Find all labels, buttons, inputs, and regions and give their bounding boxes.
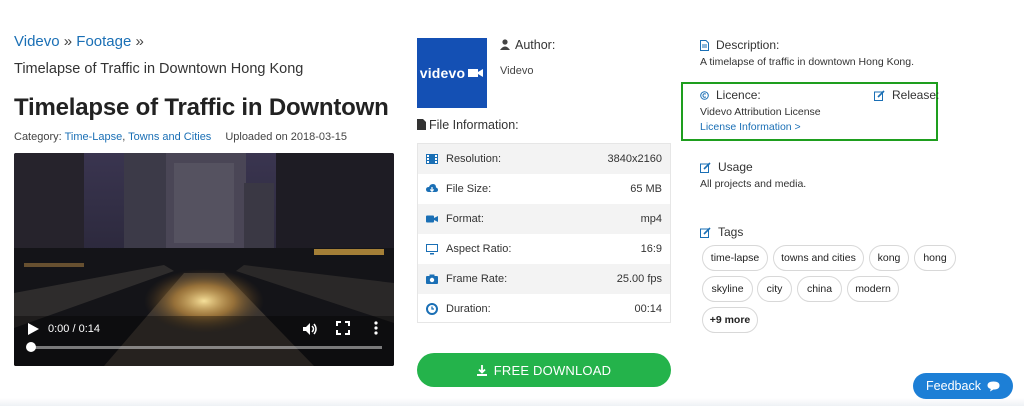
file-info-row-resolution: Resolution: 3840x2160 (418, 144, 670, 174)
tags-heading: Tags (700, 225, 743, 239)
file-info-value: 00:14 (634, 303, 662, 315)
description-text: A timelapse of traffic in downtown Hong … (700, 56, 915, 68)
free-download-button[interactable]: FREE DOWNLOAD (417, 353, 671, 387)
tag-time-lapse[interactable]: time-lapse (702, 245, 768, 271)
video-meta: Category: Time-Lapse, Towns and Cities Up… (14, 131, 347, 143)
release-label: Release: (892, 88, 940, 102)
tag-towns-and-cities[interactable]: towns and cities (773, 245, 864, 271)
file-info-label: File Size: (446, 183, 492, 195)
licence-text: Videvo Attribution License (700, 106, 821, 118)
page-bottom-shadow (0, 398, 1024, 406)
more-tags-button[interactable]: +9 more (702, 307, 758, 333)
author-heading: Author: (500, 38, 555, 52)
feedback-button[interactable]: Feedback (913, 373, 1013, 399)
file-info-row-format: Format: mp4 (418, 204, 670, 234)
file-info-label: Resolution: (446, 153, 502, 165)
usage-label: Usage (718, 160, 753, 174)
copyright-icon (700, 90, 709, 100)
video-controls: 0:00 / 0:14 (14, 316, 394, 366)
tag-skyline[interactable]: skyline (702, 276, 753, 302)
video-camera-icon (468, 69, 484, 77)
video-camera-icon (426, 215, 438, 223)
breadcrumb-footage-link[interactable]: Footage (76, 33, 131, 50)
free-download-label: FREE DOWNLOAD (493, 362, 612, 378)
release-heading: Release: (874, 88, 939, 102)
edit-icon (874, 89, 885, 101)
licence-heading: Licence: (700, 88, 761, 102)
description-label: Description: (716, 38, 780, 52)
usage-heading: Usage (700, 160, 753, 174)
file-info-value: 65 MB (630, 183, 662, 195)
file-info-label: Format: (446, 213, 484, 225)
page-subtitle: Timelapse of Traffic in Downtown Hong Ko… (14, 61, 304, 77)
video-time: 0:00 / 0:14 (48, 323, 100, 335)
tag-modern[interactable]: modern (847, 276, 899, 302)
file-info-row-frame-rate: Frame Rate: 25.00 fps (418, 264, 670, 294)
category-link-time-lapse[interactable]: Time-Lapse (65, 131, 123, 143)
monitor-icon (426, 244, 438, 255)
feedback-label: Feedback (926, 379, 981, 393)
file-info-label: File Information: (429, 118, 519, 132)
file-info-row-aspect-ratio: Aspect Ratio: 16:9 (418, 234, 670, 264)
video-progress-bar[interactable] (30, 346, 382, 349)
tag-china[interactable]: china (797, 276, 842, 302)
file-info-label: Aspect Ratio: (446, 243, 512, 255)
clock-icon (426, 303, 438, 315)
film-icon (426, 154, 438, 164)
camera-icon (426, 274, 438, 284)
tag-kong[interactable]: kong (869, 245, 909, 271)
breadcrumb: Videvo » Footage » (14, 33, 144, 50)
logo-text: videvo (419, 65, 466, 81)
tag-city[interactable]: city (757, 276, 792, 302)
file-info-label: Frame Rate: (446, 273, 508, 285)
file-info-row-file-size: File Size: 65 MB (418, 174, 670, 204)
author-label: Author: (515, 38, 556, 52)
edit-icon (700, 226, 711, 238)
file-icon (417, 119, 426, 130)
user-icon (500, 39, 510, 50)
author-logo[interactable]: videvo (417, 38, 487, 108)
file-info-table: Resolution: 3840x2160 File Size: 65 MB F… (417, 143, 671, 323)
file-info-value: mp4 (640, 213, 662, 225)
breadcrumb-home-link[interactable]: Videvo (14, 33, 60, 50)
page-title: Timelapse of Traffic in Downtown (14, 94, 389, 121)
video-player[interactable]: 0:00 / 0:14 (14, 153, 394, 366)
volume-icon[interactable] (302, 322, 318, 336)
video-progress-handle[interactable] (26, 342, 36, 352)
document-icon (700, 39, 709, 51)
breadcrumb-separator: » (59, 33, 77, 50)
tag-hong[interactable]: hong (914, 245, 956, 271)
download-icon (476, 364, 487, 376)
description-heading: Description: (700, 38, 779, 52)
category-link-towns-and-cities[interactable]: Towns and Cities (128, 131, 211, 143)
more-options-icon[interactable] (372, 320, 380, 336)
file-info-row-duration: Duration: 00:14 (418, 294, 670, 324)
file-info-heading: File Information: (417, 118, 519, 132)
fullscreen-icon[interactable] (336, 321, 350, 335)
file-info-value: 16:9 (640, 243, 662, 255)
breadcrumb-separator: » (131, 33, 144, 50)
licence-label: Licence: (716, 88, 761, 102)
chat-bubble-icon (987, 381, 1000, 391)
file-info-label: Duration: (446, 303, 491, 315)
play-icon[interactable] (26, 322, 40, 336)
license-information-link[interactable]: License Information > (700, 121, 801, 133)
author-name: Videvo (500, 65, 534, 77)
cloud-download-icon (426, 184, 438, 193)
file-info-value: 3840x2160 (607, 153, 662, 165)
file-info-value: 25.00 fps (616, 273, 662, 285)
tags-label: Tags (718, 225, 744, 239)
upload-date: Uploaded on 2018-03-15 (225, 131, 348, 143)
category-label: Category: (14, 131, 65, 143)
edit-icon (700, 161, 711, 173)
usage-text: All projects and media. (700, 178, 807, 190)
